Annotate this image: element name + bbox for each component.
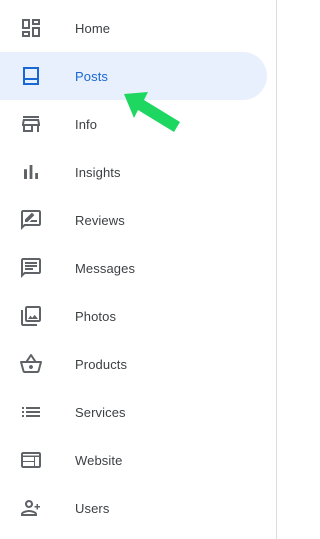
sidebar-item-label: Photos [75,308,117,324]
side-navigation-panel: Home Posts Info Insights Reviews Message… [0,0,277,539]
list-icon [19,400,43,424]
sidebar-item-services[interactable]: Services [0,388,267,436]
person-add-icon [19,496,43,520]
bar-chart-icon [19,160,43,184]
web-icon [19,448,43,472]
sidebar-item-label: Users [75,500,110,516]
sidebar-item-photos[interactable]: Photos [0,292,267,340]
sidebar-item-label: Services [75,404,126,420]
sidebar-item-users[interactable]: Users [0,484,267,532]
sidebar-nav: Home Posts Info Insights Reviews Message… [0,4,276,532]
photo-library-icon [19,304,43,328]
shopping-basket-icon [19,352,43,376]
sidebar-item-label: Website [75,452,123,468]
sidebar-item-insights[interactable]: Insights [0,148,267,196]
sidebar-item-label: Messages [75,260,136,276]
storefront-icon [19,112,43,136]
sidebar-item-label: Info [75,116,98,132]
sidebar-item-messages[interactable]: Messages [0,244,267,292]
annotation-arrow-icon [124,92,180,132]
sidebar-item-label: Posts [75,68,109,84]
posts-icon [19,64,43,88]
sidebar-item-home[interactable]: Home [0,4,267,52]
sidebar-item-label: Home [75,20,111,36]
sidebar-item-label: Products [75,356,128,372]
dashboard-icon [19,16,43,40]
sidebar-item-products[interactable]: Products [0,340,267,388]
sidebar-item-reviews[interactable]: Reviews [0,196,267,244]
sidebar-item-label: Reviews [75,212,125,228]
panel-divider [276,0,277,539]
message-icon [19,256,43,280]
sidebar-item-website[interactable]: Website [0,436,267,484]
sidebar-item-label: Insights [75,164,121,180]
rate-review-icon [19,208,43,232]
